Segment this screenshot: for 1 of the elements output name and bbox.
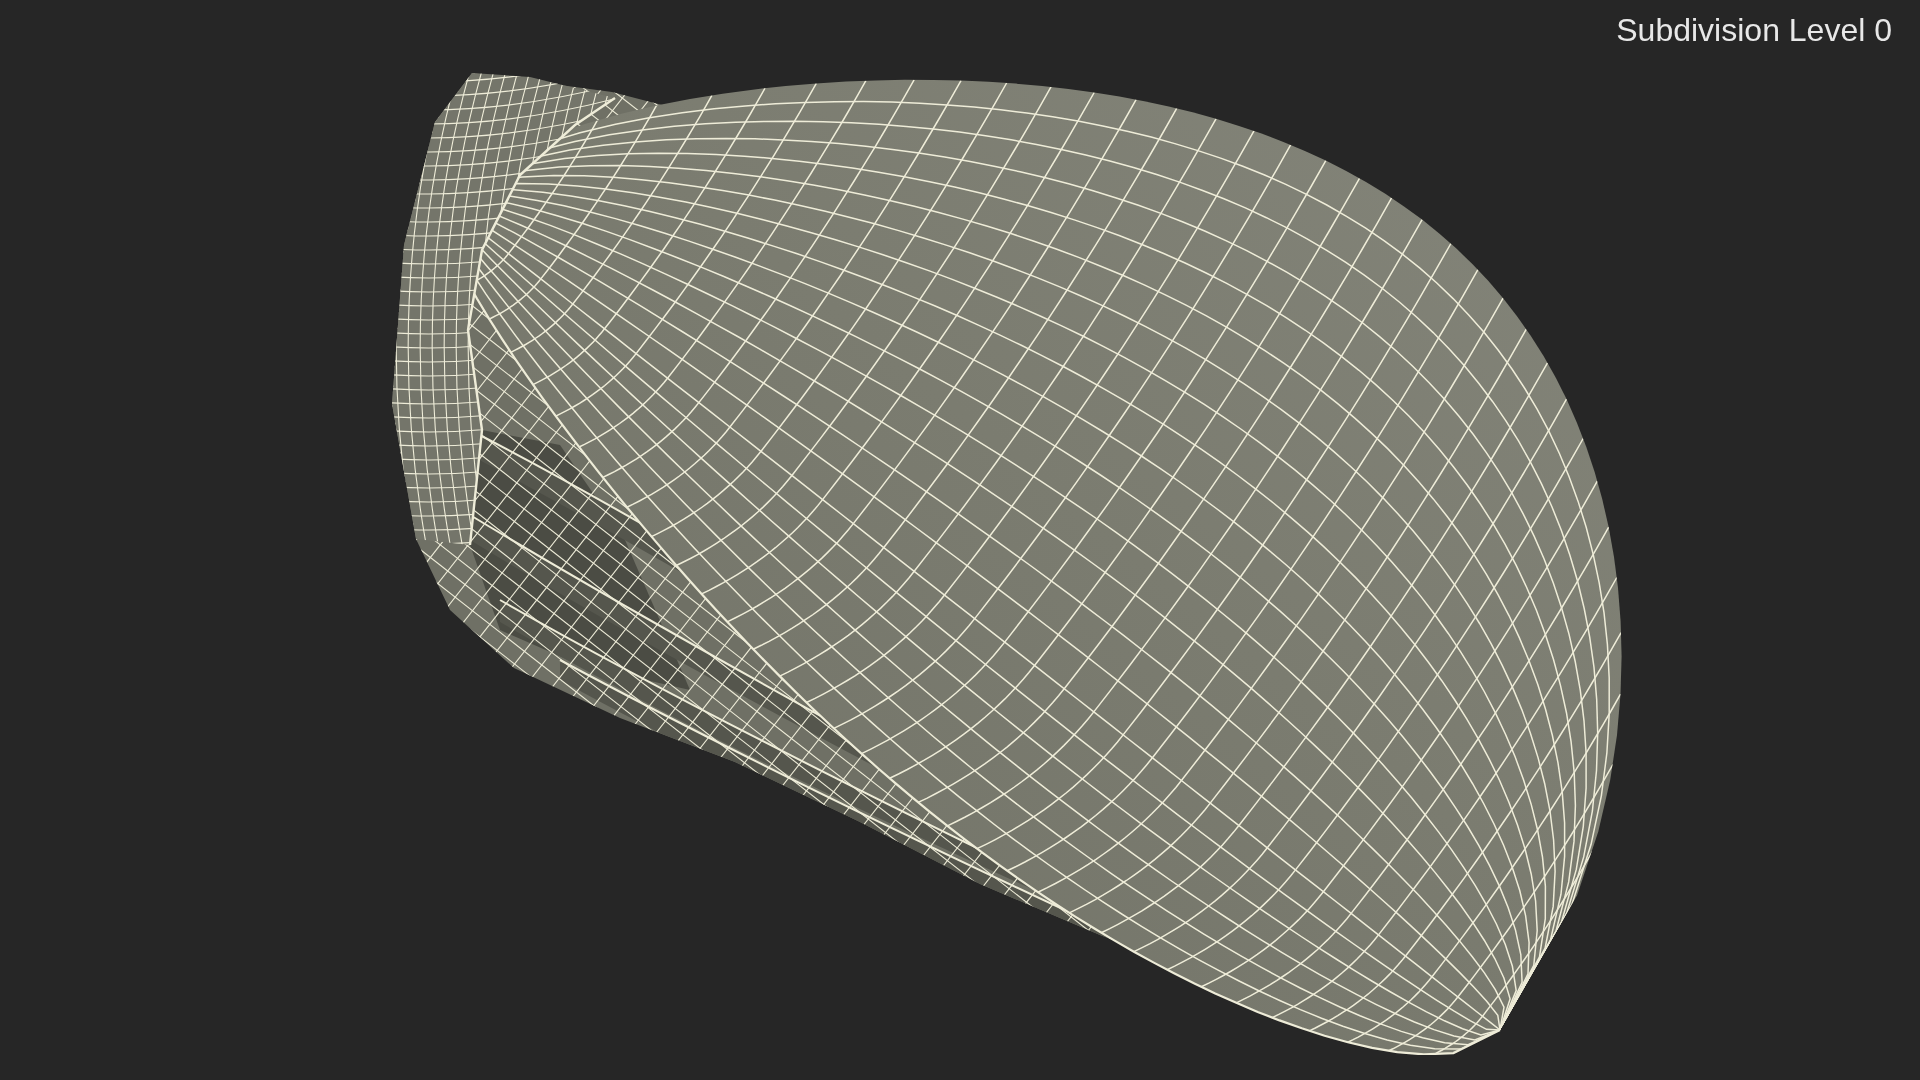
subdivision-level-text: Subdivision Level 0 [1616, 14, 1892, 46]
